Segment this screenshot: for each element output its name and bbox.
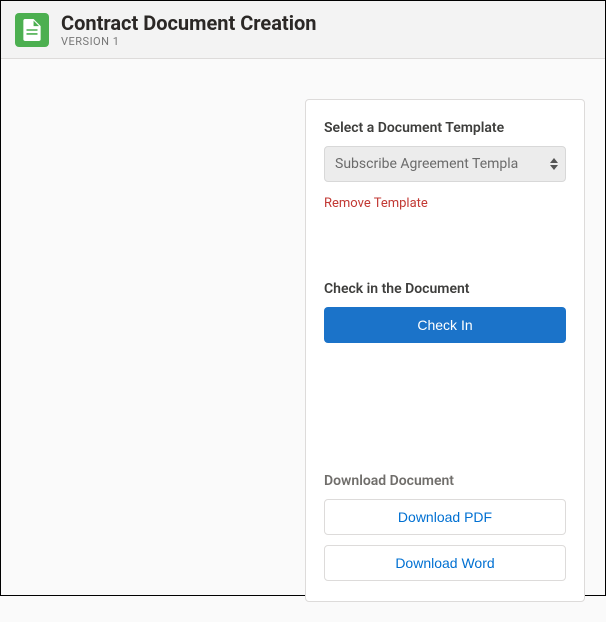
template-label: Select a Document Template <box>324 120 566 136</box>
template-select[interactable]: Subscribe Agreement Templa <box>324 146 566 182</box>
download-word-button[interactable]: Download Word <box>324 545 566 581</box>
download-label: Download Document <box>324 473 566 489</box>
page-title: Contract Document Creation <box>61 11 317 35</box>
page-subtitle: Version 1 <box>61 35 317 48</box>
template-section: Select a Document Template Subscribe Agr… <box>324 120 566 211</box>
checkin-section: Check in the Document Check In <box>324 281 566 343</box>
content-area: Select a Document Template Subscribe Agr… <box>1 59 605 622</box>
download-section: Download Document Download PDF Download … <box>324 473 566 581</box>
remove-template-link[interactable]: Remove Template <box>324 196 428 211</box>
side-panel: Select a Document Template Subscribe Agr… <box>305 99 585 602</box>
document-icon <box>15 13 49 47</box>
template-select-wrapper[interactable]: Subscribe Agreement Templa <box>324 146 566 182</box>
check-in-button[interactable]: Check In <box>324 307 566 343</box>
header-text: Contract Document Creation Version 1 <box>61 11 317 48</box>
page-header: Contract Document Creation Version 1 <box>1 1 605 59</box>
checkin-label: Check in the Document <box>324 281 566 297</box>
download-pdf-button[interactable]: Download PDF <box>324 499 566 535</box>
